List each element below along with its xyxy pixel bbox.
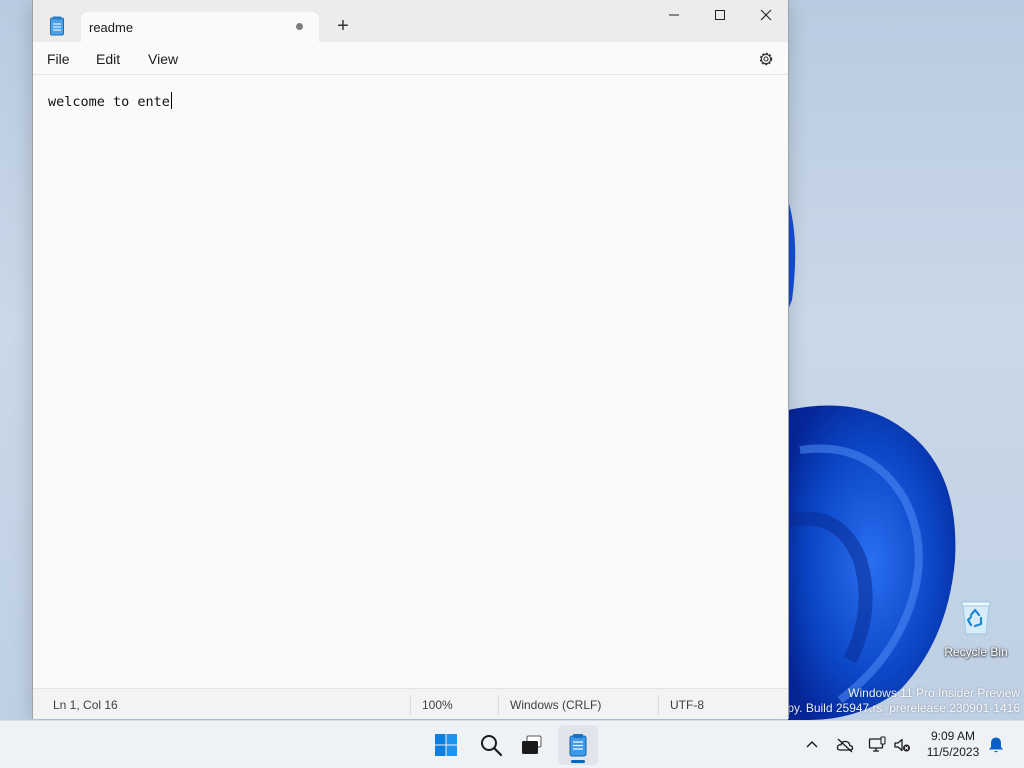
network-icon <box>868 736 886 752</box>
watermark-edition: Windows 11 Pro Insider Preview <box>848 686 1020 700</box>
taskbar: 9:09 AM 11/5/2023 <box>0 720 1024 768</box>
close-icon <box>760 9 772 21</box>
notepad-app-icon <box>50 16 64 36</box>
minimize-icon <box>669 14 679 16</box>
new-tab-button[interactable]: + <box>331 16 355 38</box>
search-button[interactable] <box>471 725 511 765</box>
status-bar: Ln 1, Col 16 100% Windows (CRLF) UTF-8 <box>33 688 788 719</box>
recycle-bin[interactable]: Recycle Bin <box>940 598 1012 666</box>
settings-gear-icon[interactable] <box>757 50 775 68</box>
task-view-button[interactable] <box>512 725 552 765</box>
notifications-button[interactable] <box>985 734 1007 756</box>
notification-bell-icon <box>989 737 1003 753</box>
onedrive-offline-icon <box>836 738 854 753</box>
show-hidden-icons-button[interactable] <box>801 734 823 756</box>
network-tray-button[interactable] <box>866 734 888 756</box>
clock-date: 11/5/2023 <box>926 745 980 759</box>
notepad-icon <box>569 734 587 757</box>
status-cursor-position: Ln 1, Col 16 <box>53 698 118 712</box>
tab-title: readme <box>89 20 134 35</box>
text-caret <box>170 92 172 109</box>
start-button[interactable] <box>426 725 466 765</box>
status-divider <box>498 695 499 715</box>
editor-text-line: welcome to ente <box>48 94 170 110</box>
taskbar-notepad-button[interactable] <box>558 725 598 765</box>
menu-view[interactable]: View <box>148 51 178 67</box>
status-encoding: UTF-8 <box>670 698 704 712</box>
running-indicator <box>571 760 585 763</box>
onedrive-tray-button[interactable] <box>834 734 856 756</box>
minimize-button[interactable] <box>651 2 697 30</box>
editor-content[interactable]: welcome to ente <box>48 92 172 110</box>
os-watermark: Windows 11 Pro Insider Preview copy. Bui… <box>775 686 1020 716</box>
unsaved-dot-icon[interactable] <box>296 23 303 30</box>
menu-file[interactable]: File <box>47 51 70 67</box>
tab-readme[interactable]: readme <box>81 12 319 42</box>
recycle-bin-label: Recycle Bin <box>944 645 1008 659</box>
task-view-icon <box>522 735 542 754</box>
volume-muted-icon <box>894 738 910 752</box>
maximize-icon <box>715 10 725 20</box>
status-divider <box>658 695 659 715</box>
clock-time: 9:09 AM <box>930 729 976 743</box>
chevron-up-icon <box>806 741 818 748</box>
search-icon <box>481 735 503 757</box>
status-divider <box>410 695 411 715</box>
volume-tray-button[interactable] <box>891 734 913 756</box>
recycle-bin-icon <box>961 601 991 635</box>
close-button[interactable] <box>743 2 789 30</box>
taskbar-clock[interactable]: 9:09 AM 11/5/2023 <box>918 728 988 760</box>
menu-bar: File Edit View <box>33 42 788 75</box>
title-bar[interactable]: readme + <box>33 0 788 42</box>
maximize-button[interactable] <box>697 2 743 30</box>
status-zoom: 100% <box>422 698 453 712</box>
text-editor[interactable]: welcome to ente <box>33 75 788 688</box>
windows-start-icon <box>435 734 457 756</box>
menu-edit[interactable]: Edit <box>96 51 120 67</box>
status-line-endings: Windows (CRLF) <box>510 698 602 712</box>
watermark-build: copy. Build 25947.rs_prerelease.230901-1… <box>774 701 1020 715</box>
notepad-window: readme + File Edit View welcome to ente … <box>32 0 789 719</box>
